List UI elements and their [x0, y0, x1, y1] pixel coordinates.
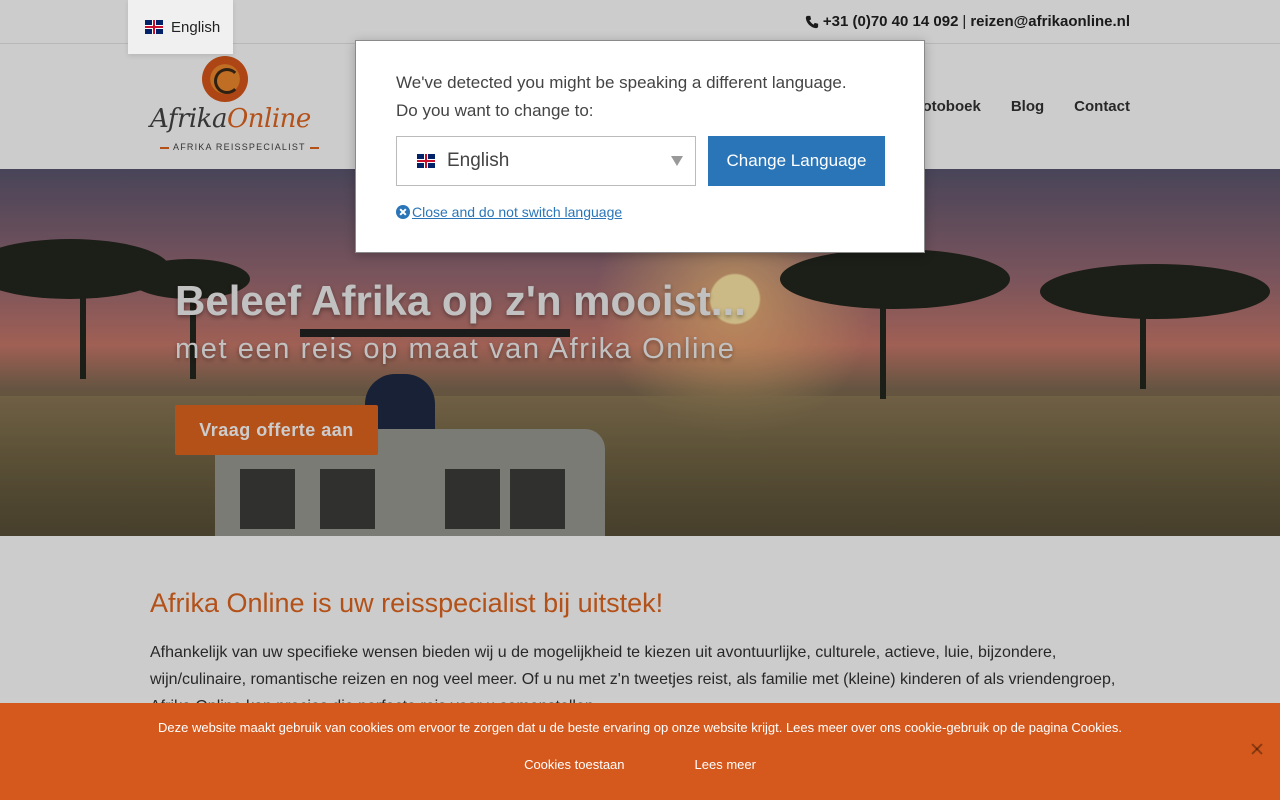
read-more-link[interactable]: Lees meer — [695, 757, 756, 772]
accept-cookies-button[interactable]: Cookies toestaan — [524, 757, 624, 772]
cookie-notice-text: Deze website maakt gebruik van cookies o… — [158, 720, 1122, 735]
phone-number[interactable]: +31 (0)70 40 14 092 — [823, 13, 959, 30]
nav-item-fotoboek[interactable]: otoboek — [922, 98, 980, 115]
change-language-button[interactable]: Change Language — [708, 136, 885, 186]
logo-tagline: AFRIKA REISSPECIALIST — [156, 142, 323, 152]
logo-wordmark: AfrikaOnline — [150, 104, 311, 134]
uk-flag-icon — [145, 20, 163, 34]
nav-item-contact[interactable]: Contact — [1074, 98, 1130, 115]
cookie-bar: Deze website maakt gebruik van cookies o… — [0, 703, 1280, 800]
contact-separator: | — [962, 13, 967, 30]
main-nav: otoboek Blog Contact — [922, 98, 1130, 115]
jeep-window — [240, 469, 295, 529]
phone-icon — [805, 15, 819, 28]
language-modal: We've detected you might be speaking a d… — [355, 40, 925, 253]
language-switcher[interactable]: English — [128, 0, 233, 54]
hero-tree — [780, 249, 1010, 309]
jeep-window — [445, 469, 500, 529]
hero-tree-trunk — [1140, 299, 1146, 389]
intro-section: Afrika Online is uw reisspecialist bij u… — [150, 588, 1130, 720]
language-switcher-label: English — [171, 18, 221, 36]
language-select[interactable]: English — [396, 136, 696, 186]
nav-item-blog[interactable]: Blog — [1011, 98, 1044, 115]
hero-tree — [1040, 264, 1270, 319]
language-modal-line2: Do you want to change to: — [396, 101, 594, 120]
close-link-label: Close and do not switch language — [412, 204, 623, 220]
intro-heading: Afrika Online is uw reisspecialist bij u… — [150, 588, 664, 618]
hero-tree-trunk — [880, 289, 886, 399]
hero-subtitle: met een reis op maat van Afrika Online — [175, 333, 736, 365]
close-icon[interactable] — [1251, 743, 1263, 755]
language-modal-line1: We've detected you might be speaking a d… — [396, 73, 847, 92]
request-quote-button[interactable]: Vraag offerte aan — [175, 405, 378, 455]
contact-line: +31 (0)70 40 14 092 | reizen@afrikaonlin… — [805, 13, 1130, 30]
email-link[interactable]: reizen@afrikaonline.nl — [970, 13, 1130, 30]
hero-title: Beleef Afrika op z'n mooist... — [175, 277, 746, 324]
language-modal-message: We've detected you might be speaking a d… — [396, 69, 847, 125]
logo-icon — [202, 56, 248, 102]
logo-word-online: Online — [226, 104, 311, 134]
cookie-actions: Cookies toestaan Lees meer — [0, 757, 1280, 772]
logo[interactable]: AfrikaOnline AFRIKA REISSPECIALIST — [150, 54, 311, 154]
dropdown-caret-icon — [671, 156, 683, 166]
uk-flag-icon — [417, 154, 435, 168]
hero-tree-trunk — [80, 279, 86, 379]
logo-word-afrika: Afrika — [150, 104, 227, 134]
language-select-value: English — [447, 150, 510, 171]
jeep-window — [510, 469, 565, 529]
close-language-modal-link[interactable]: Close and do not switch language — [396, 204, 622, 220]
jeep-window — [320, 469, 375, 529]
close-circle-icon — [396, 205, 410, 219]
